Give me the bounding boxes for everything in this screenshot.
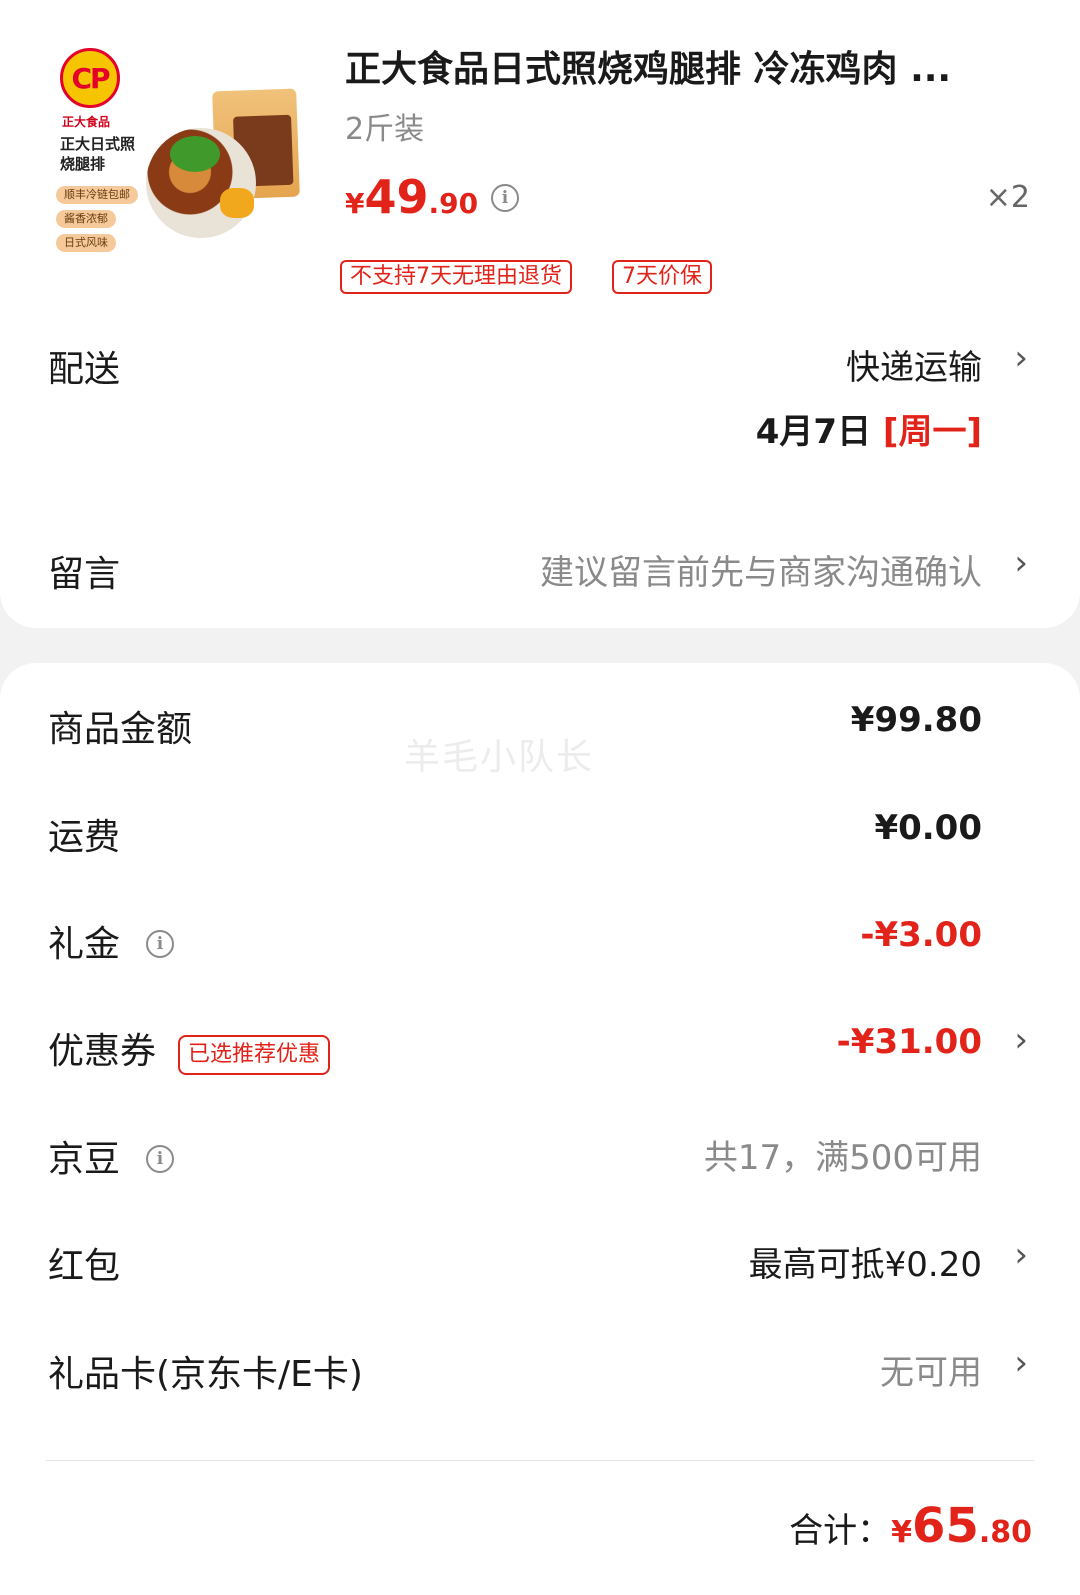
coupon-value[interactable]: -¥31.00 [837, 1022, 982, 1062]
image-brand-name: 正大食品 [62, 115, 111, 129]
jingdou-value: 共17，满500可用 [703, 1138, 982, 1178]
price-info-icon[interactable]: i [491, 184, 519, 212]
price-integer: 49 [364, 170, 429, 224]
product-price: ¥49.90 [345, 170, 478, 224]
product-image[interactable]: CP 正大食品 正大日式照烧腿排 顺丰冷链包邮 酱香浓郁 日式风味 [50, 38, 302, 278]
chevron-right-icon[interactable]: › [1014, 1235, 1028, 1275]
gift-card-label: 礼品卡(京东卡/E卡) [48, 1354, 363, 1395]
tag-7day-price-protection: 7天价保 [612, 260, 712, 294]
delivery-weekday: [周一] [882, 412, 982, 452]
chevron-right-icon[interactable]: › [1014, 1020, 1028, 1060]
shipping-value: ¥0.00 [874, 808, 982, 848]
gift-card-value[interactable]: 无可用 [880, 1345, 982, 1394]
broccoli-illustration [170, 136, 220, 172]
red-packet-label: 红包 [48, 1246, 121, 1287]
tag-no-7day-return: 不支持7天无理由退货 [340, 260, 572, 294]
jingdou-label: 京豆 [48, 1139, 121, 1180]
egg-illustration [220, 188, 254, 218]
product-title[interactable]: 正大食品日式照烧鸡腿排 冷冻鸡肉 ... [345, 40, 1025, 92]
order-product-card: CP 正大食品 正大日式照烧腿排 顺丰冷链包邮 酱香浓郁 日式风味 正大食品日式… [0, 0, 1080, 628]
watermark-text: 羊毛小队长 [404, 737, 595, 778]
message-label: 留言 [48, 554, 121, 595]
image-product-title: 正大日式照烧腿排 [60, 135, 136, 173]
delivery-date: 4月7日 [755, 412, 872, 452]
price-currency: ¥ [345, 187, 365, 220]
gift-money-info-icon[interactable]: i [146, 930, 174, 958]
image-pill-3: 日式风味 [56, 234, 116, 252]
delivery-date-line[interactable]: 4月7日 [周一] [756, 404, 982, 453]
gift-money-label: 礼金 [48, 924, 121, 965]
image-pill-2: 酱香浓郁 [56, 210, 116, 228]
gift-money-value: -¥3.00 [860, 915, 982, 955]
price-summary-card [0, 663, 1080, 1595]
product-spec: 2斤装 [345, 112, 425, 147]
cp-logo-icon: CP [60, 48, 120, 108]
order-total: 合计：¥65.80 [789, 1498, 1032, 1554]
shipping-label: 运费 [48, 817, 121, 858]
total-label: 合计： [789, 1511, 892, 1551]
delivery-label: 配送 [48, 349, 121, 390]
summary-divider [46, 1460, 1034, 1461]
chevron-right-icon[interactable]: › [1014, 1343, 1028, 1383]
total-decimal: .80 [978, 1515, 1032, 1550]
coupon-label: 优惠券 [48, 1031, 157, 1072]
goods-amount-label: 商品金额 [48, 709, 193, 750]
coupon-recommended-badge: 已选推荐优惠 [178, 1035, 331, 1075]
image-pill-1: 顺丰冷链包邮 [56, 186, 138, 204]
total-integer: 65 [912, 1498, 979, 1554]
price-decimal: .90 [428, 187, 479, 220]
jingdou-info-icon[interactable]: i [146, 1145, 174, 1173]
goods-amount-value: ¥99.80 [850, 700, 982, 740]
message-input[interactable]: 建议留言前先与商家沟通确认 [540, 545, 982, 594]
delivery-method[interactable]: 快递运输 [846, 340, 982, 389]
product-quantity: ×2 [985, 180, 1030, 215]
total-currency: ¥ [891, 1515, 913, 1550]
red-packet-value[interactable]: 最高可抵¥0.20 [749, 1237, 982, 1286]
chevron-right-icon[interactable]: › [1014, 338, 1028, 378]
chevron-right-icon[interactable]: › [1014, 543, 1028, 583]
